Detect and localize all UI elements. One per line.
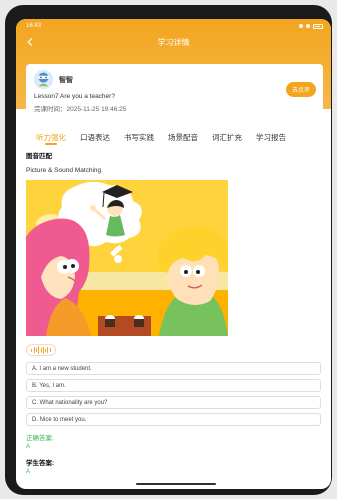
wifi-icon [306,24,310,28]
option-b[interactable]: B. Yes, I am. [26,379,321,392]
student-answer-value: A [26,469,31,475]
option-c[interactable]: C. What nationality are you? [26,396,321,409]
question-illustration [26,180,228,336]
tab-bar: 听力强化 口语表达 书写实践 场景配音 词汇扩充 学习报告 [16,129,331,149]
option-d[interactable]: D. Nice to meet you. [26,413,321,426]
status-bar: 16:43 [16,19,331,31]
option-list: A. I am a new student. B. Yes, I am. C. … [26,362,321,426]
correct-answer-label: 正确答案: [26,435,54,442]
cartoon-illustration [26,180,228,336]
app-screen: 16:43 学习详情 智智 Lesson7 Are you a teacher?… [16,19,331,489]
avatar [34,70,53,89]
user-row: 智智 [34,70,315,89]
tab-report[interactable]: 学习报告 [256,129,286,145]
back-button[interactable] [22,34,38,50]
battery-icon [313,23,323,29]
lesson-title: Lesson7 Are you a teacher? [34,93,115,100]
comment-button[interactable]: 去点评 [285,82,316,97]
finish-time: 完课时间：2025-11-25 19:46:25 [34,106,127,113]
avatar-image [34,70,53,89]
correct-answer-value: A [26,444,31,450]
student-answer-label: 学生答案: [26,460,55,467]
chevron-left-icon [27,38,33,46]
question-title: Picture & Sound Matching [26,167,102,174]
status-icons [299,23,323,29]
tab-vocabulary[interactable]: 词汇扩充 [212,129,242,145]
bluetooth-icon [299,24,303,28]
option-a[interactable]: A. I am a new student. [26,362,321,375]
tab-writing[interactable]: 书写实践 [124,129,154,145]
section-title: 图音匹配 [26,153,52,160]
username: 智智 [59,76,73,84]
sound-wave-icon [31,346,51,354]
page-title: 学习详情 [157,37,190,47]
lesson-info-card: 智智 Lesson7 Are you a teacher? 完课时间：2025-… [26,64,323,124]
home-indicator [136,483,216,485]
tab-listening[interactable]: 听力强化 [36,129,66,145]
tablet-frame: 16:43 学习详情 智智 Lesson7 Are you a teacher?… [5,5,332,495]
tab-speaking[interactable]: 口语表达 [80,129,110,145]
tab-dubbing[interactable]: 场景配音 [168,129,198,145]
main-content: 图音匹配 Picture & Sound Matching A. I am a … [16,150,331,489]
nav-bar: 学习详情 [16,31,331,53]
status-time: 16:43 [26,23,42,29]
audio-play-button[interactable] [26,344,56,356]
